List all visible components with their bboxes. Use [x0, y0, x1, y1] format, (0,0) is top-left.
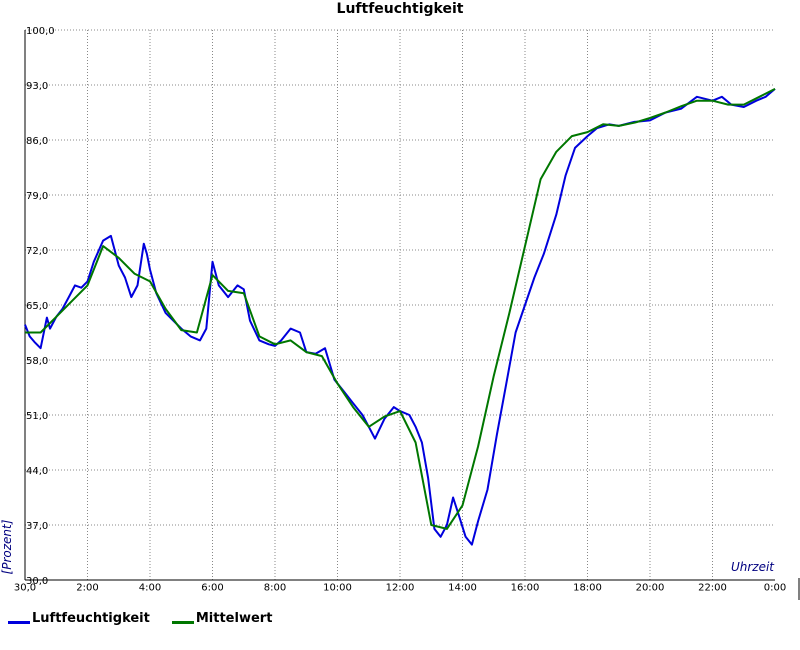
x-tick-label-origin: 30,0: [14, 582, 36, 593]
x-tick-label: 14:00: [448, 582, 477, 593]
legend-item-luftfeuchtigkeit: Luftfeuchtigkeit: [8, 611, 150, 626]
x-tick-label: 16:00: [511, 582, 540, 593]
y-tick-label: 72,0: [26, 246, 48, 257]
x-tick-label: 18:00: [573, 582, 602, 593]
x-axis-label: Uhrzeit: [731, 560, 775, 574]
legend-swatch-mittelwert: [171, 620, 194, 624]
x-axis: 2:00 4:00 6:00 8:00 10:00 12:00 14:00 16:00 18:0…: [14, 582, 786, 593]
x-tick-label: 10:00: [323, 582, 352, 593]
x-tick-label: 2:00: [76, 582, 98, 593]
legend-label-luftfeuchtigkeit: Luftfeuchtigkeit: [32, 610, 150, 626]
chart-title: Luftfeuchtigkeit: [337, 1, 464, 17]
legend-item-mittelwert: Mittelwert: [171, 610, 273, 626]
line-chart: Luftfeuchtigkeit 30,0 37,0 44,0 51,0 58,0 65,…: [0, 1, 800, 600]
legend-swatch-luftfeuchtigkeit: [8, 620, 30, 624]
x-tick-label: 0:00: [764, 582, 786, 593]
y-tick-label: 79,0: [26, 191, 48, 202]
x-tick-label: 20:00: [636, 582, 665, 593]
y-tick-label: 86,0: [26, 136, 48, 147]
x-tick-label: 22:00: [698, 582, 727, 593]
series-line-luftfeuchtigkeit: [24, 88, 776, 546]
x-tick-label: 12:00: [386, 582, 415, 593]
y-tick-label: 37,0: [26, 521, 48, 532]
y-tick-label: 51,0: [26, 411, 48, 422]
y-tick-label: 44,0: [26, 466, 48, 477]
x-tick-label: 8:00: [264, 582, 286, 593]
y-axis: 30,037,044,051,058,065,072,079,086,093,0…: [26, 26, 55, 587]
legend-label-mittelwert: Mittelwert: [195, 610, 273, 626]
x-tick-label: 6:00: [201, 582, 223, 593]
x-tick-label: 4:00: [139, 582, 161, 593]
y-tick-label: 100,0: [26, 26, 55, 37]
grid: [24, 29, 800, 600]
y-tick-label: 58,0: [26, 356, 48, 367]
y-tick-label: 65,0: [26, 301, 48, 312]
legend: Luftfeuchtigkeit Mittelwert: [8, 608, 294, 628]
series-layer: [24, 88, 776, 546]
y-axis-label: [Prozent]: [0, 519, 14, 574]
y-tick-label: 93,0: [26, 81, 48, 92]
